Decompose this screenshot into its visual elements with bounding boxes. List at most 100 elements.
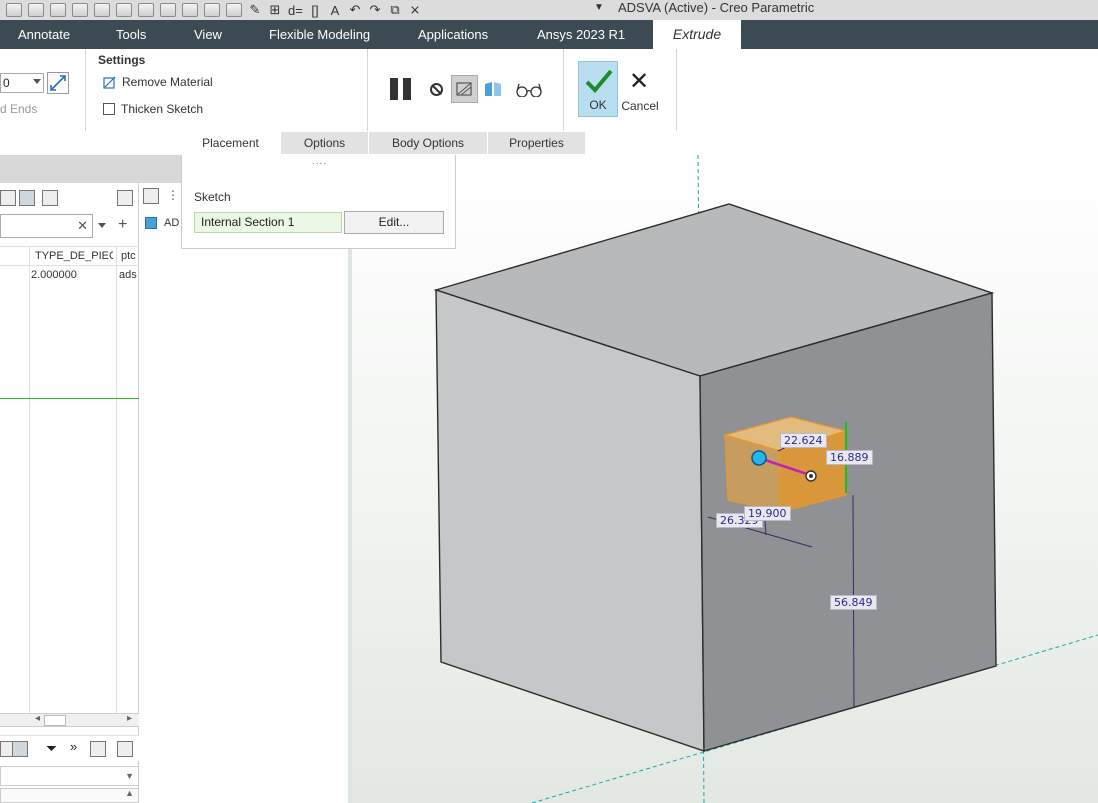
pause-icon bbox=[390, 78, 398, 100]
ribbon-separator bbox=[367, 49, 368, 131]
relations-icon[interactable]: d= bbox=[288, 3, 303, 18]
more-vertical-icon[interactable]: ⋮ bbox=[167, 188, 179, 202]
open-icon[interactable] bbox=[138, 3, 154, 17]
folder-browser-icon[interactable] bbox=[42, 190, 58, 206]
graphics-viewport[interactable]: 22.624 16.889 26.329 19.900 56.849 bbox=[352, 155, 1098, 803]
ok-label: OK bbox=[589, 98, 607, 112]
preview-icon bbox=[456, 82, 472, 96]
glasses-icon[interactable] bbox=[515, 83, 543, 98]
insert-indicator bbox=[0, 398, 139, 399]
dimension-label[interactable]: 16.889 bbox=[826, 450, 873, 465]
table-cell: 2.000000 bbox=[31, 269, 77, 281]
close-icon[interactable]: ⨯ bbox=[408, 2, 422, 18]
scroll-thumb[interactable] bbox=[44, 715, 66, 726]
model-tree-icon[interactable] bbox=[19, 190, 35, 206]
column-header-type[interactable]: TYPE_DE_PIECE bbox=[35, 250, 113, 262]
layer-list-icon[interactable] bbox=[12, 741, 28, 757]
feature-preview-button[interactable] bbox=[451, 75, 478, 103]
edit-sketch-button[interactable]: Edit... bbox=[344, 211, 444, 234]
print-icon[interactable] bbox=[226, 3, 242, 17]
copy-icon[interactable] bbox=[72, 3, 88, 17]
thicken-sketch-label: Thicken Sketch bbox=[121, 102, 204, 116]
thicken-sketch-checkbox[interactable] bbox=[103, 103, 115, 115]
tab-properties[interactable]: Properties bbox=[488, 132, 586, 154]
settings-icon[interactable] bbox=[117, 190, 133, 206]
tab-extrude[interactable]: Extrude bbox=[653, 20, 741, 49]
save-icon[interactable] bbox=[6, 3, 22, 17]
layer-dropdown[interactable]: ▼ bbox=[0, 766, 139, 786]
new-icon[interactable] bbox=[116, 3, 132, 17]
tab-placement[interactable]: Placement bbox=[181, 132, 281, 154]
dimension-icon[interactable]: ⊞ bbox=[268, 2, 282, 18]
layers-icon[interactable] bbox=[182, 3, 198, 17]
sketch-collector[interactable]: Internal Section 1 bbox=[194, 212, 342, 233]
redo-icon[interactable]: ↷ bbox=[368, 2, 382, 18]
horizontal-scrollbar[interactable]: ◂ ▸ bbox=[0, 713, 139, 727]
close-icon: ✕ bbox=[629, 68, 650, 95]
bottom-toolbar: ⏷ » bbox=[0, 735, 139, 761]
layer-tree-icon[interactable] bbox=[0, 190, 16, 206]
placement-panel: .... Sketch Internal Section 1 Edit... bbox=[181, 155, 456, 249]
no-preview-icon[interactable] bbox=[430, 83, 443, 96]
parameters-icon[interactable]: [] bbox=[308, 3, 322, 18]
layer-props-icon[interactable] bbox=[90, 741, 106, 757]
verify-button[interactable] bbox=[483, 80, 503, 98]
drag-handle[interactable] bbox=[751, 450, 767, 466]
tree-item-part[interactable]: AD bbox=[164, 217, 179, 229]
close-window-icon[interactable] bbox=[160, 3, 176, 17]
dimension-label[interactable]: 56.849 bbox=[830, 595, 877, 610]
tab-options[interactable]: Options bbox=[281, 132, 369, 154]
undo-icon[interactable]: ↶ bbox=[348, 2, 362, 18]
chevron-down-icon[interactable] bbox=[33, 79, 41, 84]
flip-direction-button[interactable] bbox=[47, 72, 69, 94]
settings-icon[interactable] bbox=[117, 741, 133, 757]
window-title: ADSVA (Active) - Creo Parametric bbox=[618, 0, 815, 15]
windows-icon[interactable]: ⧉ bbox=[388, 2, 402, 18]
tab-applications[interactable]: Applications bbox=[418, 20, 488, 49]
tab-body-options[interactable]: Body Options bbox=[369, 132, 488, 154]
remove-material-toggle[interactable]: Remove Material bbox=[103, 75, 213, 89]
flip-direction-icon bbox=[50, 75, 66, 91]
scroll-left-icon[interactable]: ◂ bbox=[35, 713, 40, 724]
tree-toolbar bbox=[0, 187, 139, 209]
annotation-icon[interactable]: A bbox=[328, 3, 342, 18]
cut-icon[interactable] bbox=[50, 3, 66, 17]
more-icon[interactable]: » bbox=[70, 739, 77, 754]
tab-annotate[interactable]: Annotate bbox=[18, 20, 70, 49]
chevron-down-icon[interactable] bbox=[98, 223, 106, 228]
ribbon-tabs: Annotate Tools View Flexible Modeling Ap… bbox=[0, 20, 1098, 49]
pause-button[interactable] bbox=[390, 78, 414, 100]
tab-view[interactable]: View bbox=[194, 20, 222, 49]
measure-icon[interactable]: ✎ bbox=[248, 2, 262, 18]
table-cell: ads bbox=[119, 269, 137, 281]
add-icon[interactable]: + bbox=[118, 216, 127, 234]
customize-toolbar-dropdown[interactable]: ▼ bbox=[594, 2, 604, 13]
cancel-button[interactable]: ✕ Cancel bbox=[620, 61, 660, 117]
tab-tools[interactable]: Tools bbox=[116, 20, 146, 49]
scroll-up-icon[interactable]: ▲ bbox=[125, 788, 134, 798]
sketch-label: Sketch bbox=[194, 190, 231, 204]
pause-icon bbox=[403, 78, 411, 100]
tab-ansys[interactable]: Ansys 2023 R1 bbox=[537, 20, 625, 49]
paste-icon[interactable] bbox=[94, 3, 110, 17]
dimension-label[interactable]: 22.624 bbox=[780, 433, 827, 448]
filter-icon[interactable]: ⏷ bbox=[46, 740, 57, 757]
ribbon-separator bbox=[85, 49, 86, 131]
vertical-scrollbar[interactable]: ▲ bbox=[0, 788, 139, 803]
feature-tree-strip: ⋮ AD bbox=[139, 183, 181, 803]
sketch-icon[interactable] bbox=[204, 3, 220, 17]
search-input[interactable]: ✕ bbox=[0, 214, 93, 238]
ok-button[interactable]: OK bbox=[578, 61, 618, 117]
scroll-right-icon[interactable]: ▸ bbox=[127, 713, 132, 724]
tree-filter-icon[interactable] bbox=[143, 188, 159, 204]
navigator-header bbox=[0, 155, 181, 183]
tab-flexible-modeling[interactable]: Flexible Modeling bbox=[269, 20, 370, 49]
dimension-label[interactable]: 19.900 bbox=[744, 506, 791, 521]
panel-grip[interactable]: .... bbox=[312, 156, 327, 167]
depth-value-combo[interactable]: 0 bbox=[0, 73, 44, 93]
thicken-sketch-toggle[interactable]: Thicken Sketch bbox=[103, 102, 203, 116]
clear-search-icon[interactable]: ✕ bbox=[77, 218, 88, 234]
ribbon-separator bbox=[563, 49, 564, 131]
column-header-ptc[interactable]: ptc bbox=[121, 250, 139, 262]
regenerate-icon[interactable] bbox=[28, 3, 44, 17]
